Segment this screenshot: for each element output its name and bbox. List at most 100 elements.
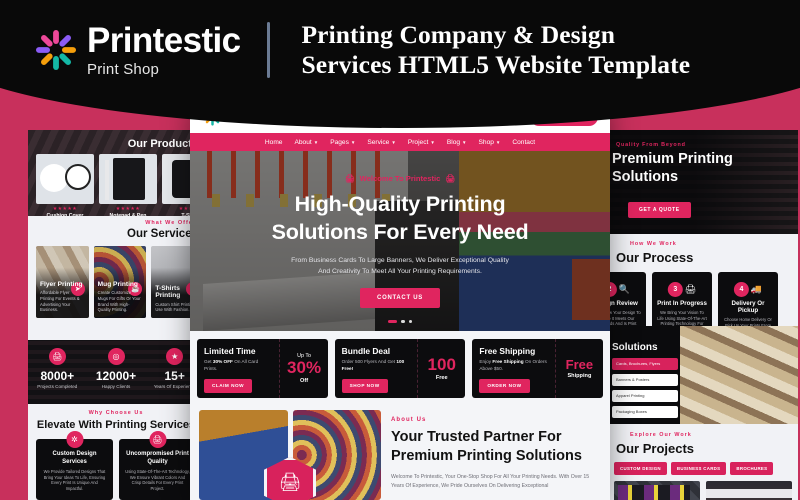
- promo-card: Free Shipping Enjoy Free Shipping On Ord…: [472, 339, 604, 398]
- right-preview-panel: Quality From Beyond Premium Printing Sol…: [608, 130, 798, 500]
- site-logo-name[interactable]: Printestic: [233, 108, 281, 119]
- banner-logo-name: Printestic: [87, 21, 241, 61]
- topbar-contacts: 📍 Printestic Shop 📞 +123-456-7890 ✉ info@ex…: [313, 113, 493, 121]
- solutions-title: Solutions: [612, 342, 658, 353]
- about-images: 🖨: [199, 410, 381, 500]
- get-a-quote-button[interactable]: GET A QUOTE: [529, 107, 598, 126]
- nav-item-shop[interactable]: Shop ▼: [479, 139, 501, 146]
- product-rating: ★★★★★: [52, 206, 78, 212]
- search-icon[interactable]: 🔍: [508, 111, 519, 122]
- service-card[interactable]: ☕ Mug Printing Create Customize Mugs For…: [93, 246, 147, 318]
- envelope-icon: ✉: [436, 113, 442, 121]
- topbar-phone[interactable]: 📞 +123-456-7890: [374, 113, 423, 121]
- left-services-section: What We Offer Our Services ➤ Flyer Print…: [28, 216, 204, 340]
- promo-side-unit: Off: [300, 377, 309, 384]
- service-name: Flyer Printing: [40, 280, 83, 288]
- why-card[interactable]: 🖨 Uncompromised Print Quality Using Stat…: [119, 431, 196, 500]
- nav-item-project[interactable]: Project ▼: [408, 139, 435, 146]
- hero-slider: 🖨 Welcome To Printestic 🖨 High-Quality P…: [190, 151, 610, 331]
- why-card-title: Custom Design Services: [52, 451, 97, 465]
- promo-side-unit: Free: [435, 374, 448, 381]
- project-filter-chip[interactable]: CUSTOM DESIGN: [614, 462, 667, 475]
- chevron-down-icon: ▼: [462, 139, 467, 145]
- slider-dot-active[interactable]: [388, 319, 397, 323]
- hero-paragraph: From Business Cards To Large Banners, We…: [291, 256, 509, 275]
- nav-item-blog[interactable]: Blog ▼: [447, 139, 467, 146]
- solutions-image: [680, 326, 798, 424]
- project-filter-chip[interactable]: BUSINESS CARDS: [670, 462, 727, 475]
- main-website-preview: Printestic Print Shop 📍 Printestic Shop 📞…: [190, 100, 610, 500]
- service-desc: Affordable Flyer Printing For Events & A…: [40, 290, 80, 313]
- solutions-list-item[interactable]: Apparel Printing: [612, 390, 678, 402]
- nav-item-service[interactable]: Service ▼: [367, 139, 395, 146]
- promo-title: Bundle Deal: [341, 346, 391, 356]
- phone-icon: 📞: [374, 113, 383, 121]
- promo-card: Bundle Deal Order 500 Flyers And Get 100…: [334, 339, 466, 398]
- slider-dot[interactable]: [408, 319, 412, 323]
- projects-title: Our Projects: [616, 441, 695, 456]
- project-card[interactable]: [614, 481, 700, 500]
- product-rating: ★★★★★: [115, 206, 141, 212]
- product-card[interactable]: ★★★★★ Notepad & Pen $40.00 $50.00: [99, 154, 157, 216]
- stat-number: 8000+: [40, 369, 75, 383]
- chevron-down-icon: ▼: [350, 139, 356, 145]
- right-hero-title-line1: Premium Printing: [612, 151, 733, 167]
- nav-item-pages[interactable]: Pages ▼: [330, 139, 355, 146]
- nav-item-home[interactable]: Home: [265, 139, 283, 146]
- right-hero-section: Quality From Beyond Premium Printing Sol…: [608, 130, 798, 234]
- promo-title: Free Shipping: [479, 346, 536, 356]
- service-card[interactable]: ➤ Flyer Printing Affordable Flyer Printi…: [36, 246, 89, 318]
- banner-tagline-line1: Printing Company & Design: [301, 19, 615, 49]
- promo-side-big: Free: [565, 357, 594, 373]
- stat-label: Projects Completed: [37, 384, 78, 389]
- stat-item: ◎ 12000+ Happy Clients: [87, 340, 146, 404]
- solutions-panel: Solutions Cards, Brochures, Flyers Banne…: [608, 326, 680, 424]
- project-card[interactable]: [706, 481, 792, 500]
- slider-dot[interactable]: [401, 319, 405, 323]
- hero-contact-button[interactable]: CONTACT US: [360, 288, 440, 309]
- promo-button[interactable]: SHOP NOW: [341, 378, 388, 393]
- truck-icon: 🚚: [750, 284, 763, 294]
- solutions-list-item[interactable]: Banners & Posters: [612, 374, 678, 386]
- projects-eyebrow: Explore Our Work: [630, 432, 692, 438]
- product-list: ★★★★★ Cushion Cover $40.00 $50.00 ★★★★★ …: [36, 154, 204, 216]
- service-name: Mug Printing: [97, 280, 138, 288]
- topbar-location-text: Printestic Shop: [323, 113, 362, 120]
- project-filter-chip[interactable]: BROCHURES: [730, 462, 774, 475]
- product-card[interactable]: ★★★★★ Cushion Cover $40.00 $50.00: [36, 154, 94, 216]
- stat-number: 12000+: [95, 369, 137, 383]
- banner-tagline-line2: Services HTML5 Website Template: [301, 50, 691, 79]
- chevron-down-icon: ▼: [313, 139, 319, 145]
- services-eyebrow: What We Offer: [145, 220, 196, 226]
- promo-card: Limited Time Get 30% OFF On All Card Pri…: [197, 339, 328, 398]
- right-process-section: How We Work Our Process 2🔍 Design Review…: [608, 234, 798, 347]
- why-title: Elevate With Printing Services: [36, 419, 196, 431]
- location-pin-icon: 📍: [312, 113, 321, 121]
- logo-icon: [202, 106, 223, 127]
- nav-item-contact[interactable]: Contact: [512, 139, 535, 146]
- process-name: Design Review: [608, 300, 638, 307]
- nav-item-about[interactable]: About ▼: [294, 139, 318, 146]
- left-preview-panel: Our Products ★★★★★ Cushion Cover $40.00 …: [28, 130, 204, 500]
- promo-button[interactable]: CLAIM NOW: [204, 378, 253, 393]
- promo-desc-pre: Enjoy: [479, 359, 493, 364]
- chevron-down-icon: ▼: [430, 139, 435, 145]
- promo-desc: Get 30% OFF On All Card Prints.: [204, 359, 272, 373]
- nav-label: Project: [407, 138, 429, 146]
- stat-item: 🖨 8000+ Projects Completed: [28, 340, 87, 404]
- left-stats-section: 🖨 8000+ Projects Completed ◎ 12000+ Happ…: [28, 340, 204, 404]
- topbar-email[interactable]: ✉ info@example.com: [437, 113, 493, 121]
- right-hero-eyebrow: Quality From Beyond: [616, 142, 686, 148]
- promo-button[interactable]: ORDER NOW: [479, 378, 530, 393]
- topbar-location[interactable]: 📍 Printestic Shop: [313, 113, 362, 121]
- why-card[interactable]: ✲ Custom Design Services We Provide Tail…: [36, 431, 113, 500]
- topbar-email-text: info@example.com: [444, 113, 493, 120]
- why-card-desc: Using State-Of-The-Art Technology, We En…: [125, 469, 190, 492]
- services-list: ➤ Flyer Printing Affordable Flyer Printi…: [28, 246, 204, 318]
- chevron-down-icon: ▼: [495, 139, 501, 145]
- solutions-list-item[interactable]: Packaging Boxes: [612, 406, 678, 418]
- right-hero-quote-button[interactable]: GET A QUOTE: [628, 202, 691, 218]
- solutions-list-item[interactable]: Cards, Brochures, Flyers: [612, 358, 678, 370]
- nav-label: Service: [367, 138, 390, 146]
- logo-icon: [34, 28, 78, 72]
